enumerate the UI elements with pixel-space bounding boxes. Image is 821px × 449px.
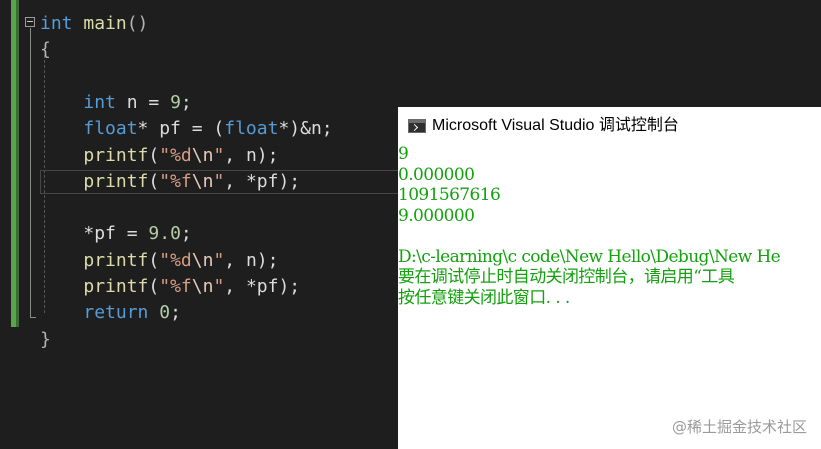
code-token: \n [191,170,214,192]
code-line[interactable]: return 0; [40,300,181,326]
code-token: float [224,118,279,140]
fold-guide [30,28,31,318]
console-titlebar[interactable]: Microsoft Visual Studio 调试控制台 [398,107,821,145]
code-token: printf [83,170,149,192]
watermark: @稀土掘金技术社区 [671,418,807,436]
code-token: ( [148,170,160,192]
code-token: *)&n; [278,118,333,140]
code-token: \n [191,249,214,271]
console-output-line: D:\c-learning\c code\New Hello\Debug\New… [398,246,781,267]
code-line[interactable]: printf("%f\n", *pf); [40,274,300,300]
change-indicator-bar-shade [16,0,19,327]
code-token: return [83,302,149,324]
code-token: main [83,13,127,34]
code-token: "%f [159,276,192,297]
code-token: 9.0 [148,223,181,245]
code-token: ( [148,144,160,166]
code-token: " [213,144,225,166]
code-token: printf [83,276,149,297]
code-token: ( [148,249,160,271]
code-line[interactable]: printf("%d\n", n); [40,143,278,169]
code-token: ; [180,223,192,245]
code-token: int [40,13,73,34]
code-line[interactable]: } [40,327,51,353]
code-token: } [40,328,51,350]
code-token: printf [83,249,149,271]
console-output-line: 按任意键关闭此窗口. . . [398,287,570,308]
code-token: ; [170,302,181,324]
code-token: " [213,249,225,271]
code-line[interactable]: printf("%f\n", *pf); [40,169,300,195]
code-token: ; [180,91,192,113]
code-token: \n [191,144,214,166]
collapse-icon[interactable] [25,17,35,27]
code-token: " [213,276,225,297]
code-line[interactable]: float* pf = (float*)&n; [40,116,333,142]
code-line[interactable]: *pf = 9.0; [40,221,192,247]
code-token: * pf = ( [137,118,225,140]
code-token: 0 [159,302,171,324]
code-token: "%d [159,144,192,166]
code-line[interactable]: printf("%d\n", n); [40,248,278,274]
code-line[interactable]: { [40,37,51,63]
code-token: ( [148,276,160,297]
fold-guide-end [30,317,36,318]
code-line[interactable]: int main() [40,11,148,37]
console-app-icon [408,119,426,133]
code-token: float [83,118,138,140]
console-output-line: 要在调试停止时自动关闭控制台，请启用“工具 [398,267,735,287]
console-output-line: 9.000000 [398,205,475,226]
code-token: "%d [159,249,192,271]
code-token: , n); [224,249,279,271]
code-token: , *pf); [224,276,301,297]
console-output-line: 9 [398,144,409,164]
code-line[interactable]: int n = 9; [40,90,192,116]
debug-console-window[interactable]: Microsoft Visual Studio 调试控制台 9 0.000000… [398,107,821,449]
console-title: Microsoft Visual Studio 调试控制台 [432,117,679,134]
code-token: { [40,39,51,61]
code-token: "%f [159,170,192,192]
console-output-line: 1091567616 [398,185,501,205]
code-token: () [126,13,149,34]
code-token: printf [83,144,149,166]
code-token: , *pf); [224,170,301,192]
console-output-line: 0.000000 [398,164,475,185]
console-output: 9 0.000000 1091567616 9.000000 D:\c-lear… [398,144,821,308]
code-token: 9 [170,91,181,113]
code-token: int [83,91,116,113]
code-token: " [213,170,225,192]
code-token: \n [191,276,214,297]
code-token: n = [115,91,171,113]
code-token: , n); [224,144,279,166]
code-token: *pf = [83,223,149,245]
